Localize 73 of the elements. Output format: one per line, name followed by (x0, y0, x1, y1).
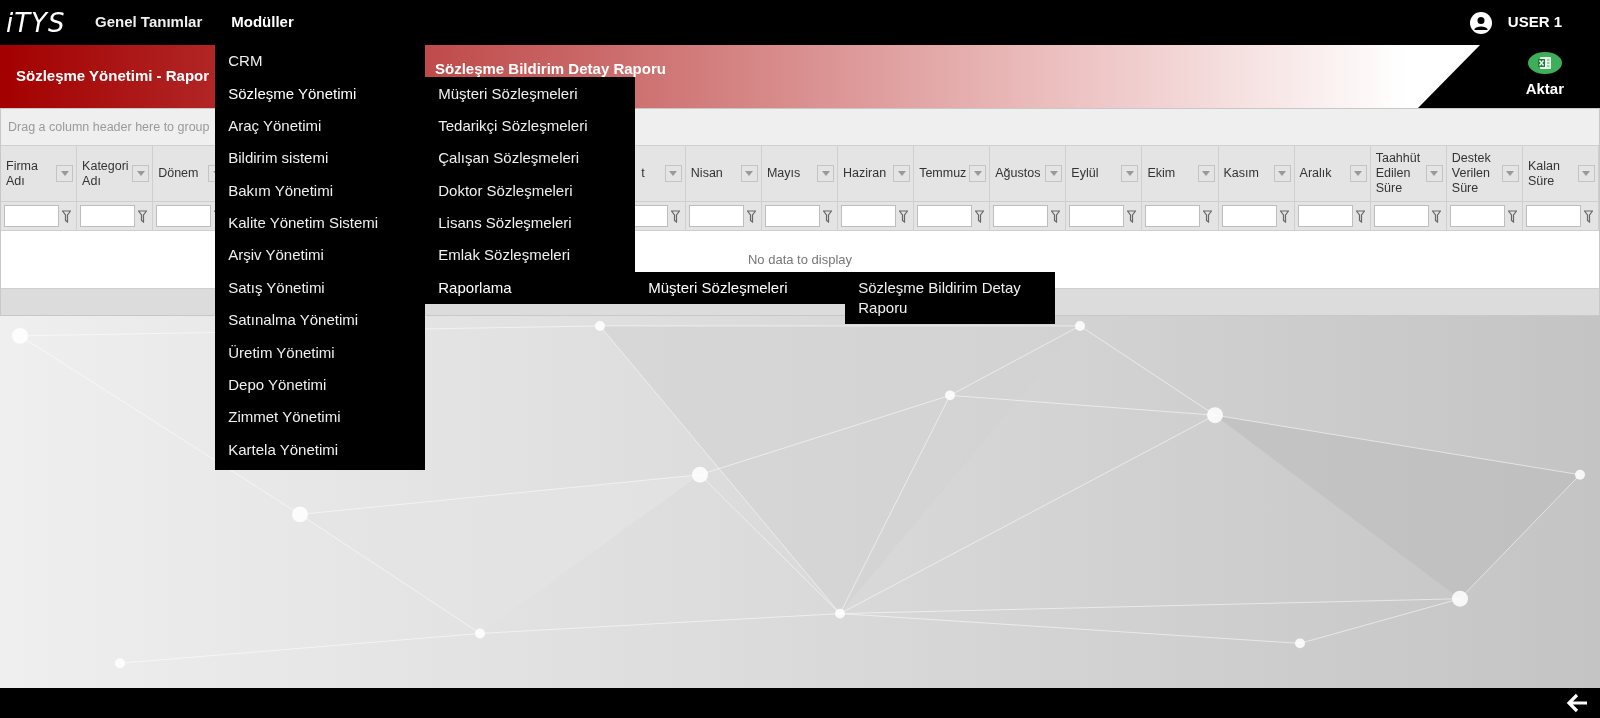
caret-icon (1430, 171, 1439, 176)
filter-field[interactable] (841, 205, 897, 227)
caret-icon (1354, 171, 1363, 176)
column-menu-button[interactable] (1197, 165, 1215, 182)
column-menu-button[interactable] (56, 165, 74, 182)
column-menu-button[interactable] (1425, 165, 1443, 182)
filter-field[interactable] (1373, 205, 1429, 227)
user-icon[interactable] (1469, 11, 1492, 34)
nav-item[interactable]: Genel Tanımlar (95, 11, 203, 34)
column-header[interactable]: Taahhüt Edilen Süre (1375, 151, 1424, 196)
caret-icon (1278, 171, 1287, 176)
column-menu-button[interactable] (893, 165, 911, 182)
filter-field[interactable] (764, 205, 820, 227)
column-menu-button[interactable] (1273, 165, 1291, 182)
empty-message: No data to display (747, 250, 853, 269)
caret-icon (973, 171, 982, 176)
caret-icon (60, 171, 69, 176)
column-menu-button[interactable] (1501, 165, 1519, 182)
filter-field[interactable] (1069, 205, 1125, 227)
caret-icon (745, 171, 754, 176)
column-menu-button[interactable] (664, 165, 682, 182)
column-header[interactable]: Destek Verilen Süre (1451, 151, 1500, 196)
caret-icon (821, 171, 830, 176)
caret-icon (1506, 171, 1515, 176)
report-title: Sözleşme Bildirim Detay Raporu (435, 59, 666, 79)
caret-icon (1049, 171, 1058, 176)
filter-field[interactable] (993, 205, 1049, 227)
column-header[interactable]: Kategori Adı (82, 158, 131, 189)
column-header[interactable]: t (641, 166, 645, 181)
column-header[interactable]: Ağustos (995, 166, 1044, 181)
column-header[interactable]: Aralık (1299, 166, 1348, 181)
caret-icon (669, 171, 678, 176)
back-arrow-icon[interactable] (1566, 693, 1588, 713)
nav-item[interactable]: Modüller (231, 11, 294, 34)
column-menu-button[interactable] (1045, 165, 1063, 182)
page-title: Sözleşme Yönetimi - Rapor (16, 66, 210, 87)
filter-field[interactable] (688, 205, 744, 227)
column-menu-button[interactable] (969, 165, 987, 182)
column-menu-button[interactable] (1349, 165, 1367, 182)
filter-field[interactable] (1221, 205, 1277, 227)
spreadsheet-icon (1527, 52, 1562, 75)
column-menu-button[interactable] (817, 165, 835, 182)
column-header[interactable]: Nisan (690, 166, 739, 181)
column-header[interactable]: Temmuz (919, 166, 968, 181)
export-button[interactable]: Aktar (1525, 52, 1564, 101)
caret-icon (136, 171, 145, 176)
caret-icon (897, 171, 906, 176)
column-header[interactable]: Kalan Süre (1527, 158, 1576, 189)
column-header[interactable]: Dönem (158, 166, 207, 181)
filter-field[interactable] (1525, 205, 1581, 227)
filter-field[interactable] (917, 205, 973, 227)
column-header[interactable]: Haziran (843, 166, 892, 181)
column-menu-button[interactable] (1578, 165, 1595, 182)
column-menu-button[interactable] (132, 165, 150, 182)
group-hint: Drag a column header here to group (8, 118, 210, 136)
caret-icon (1202, 171, 1210, 176)
logo[interactable]: iTYS (6, 9, 75, 36)
filter-field[interactable] (156, 205, 212, 227)
filter-field[interactable] (1449, 205, 1505, 227)
filter-field[interactable] (1145, 205, 1201, 227)
filter-field[interactable] (80, 205, 136, 227)
filter-field[interactable] (4, 205, 59, 227)
filter-field[interactable] (1297, 205, 1353, 227)
caret-icon (1582, 171, 1591, 176)
column-header[interactable]: Mayıs (766, 166, 816, 181)
caret-icon (1125, 171, 1134, 176)
column-header[interactable]: Eylül (1071, 166, 1120, 181)
column-menu-button[interactable] (1121, 165, 1139, 182)
column-header[interactable]: Kasım (1223, 166, 1272, 181)
column-header[interactable]: Ekim (1147, 166, 1196, 181)
column-menu-button[interactable] (740, 165, 758, 182)
user-name[interactable]: USER 1 (1507, 11, 1562, 34)
column-header[interactable]: Firma Adı (6, 158, 55, 189)
